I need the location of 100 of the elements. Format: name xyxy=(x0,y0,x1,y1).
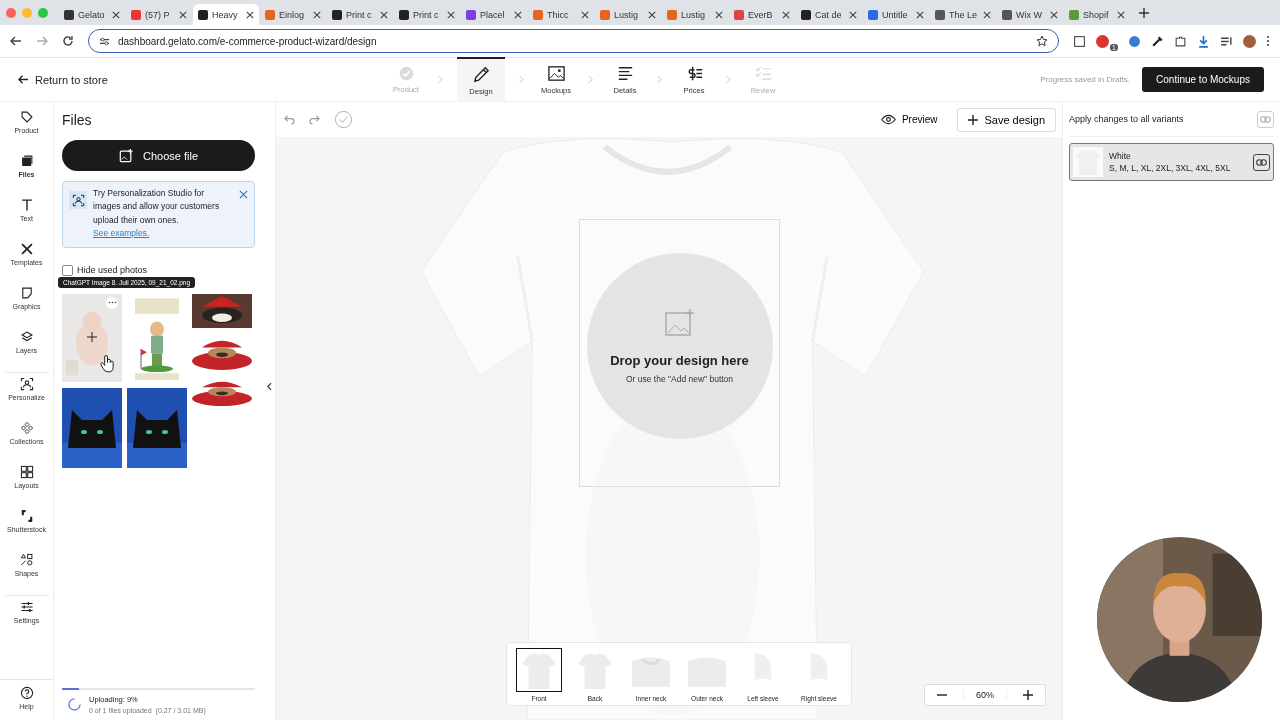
chevron-icon xyxy=(588,75,593,84)
chevron-icon xyxy=(438,75,443,84)
chevron-icon xyxy=(657,75,662,84)
close-icon[interactable] xyxy=(246,10,254,19)
undo-icon[interactable] xyxy=(284,114,295,125)
close-icon[interactable] xyxy=(916,10,924,19)
variant-card[interactable]: White S, M, L, XL, 2XL, 3XL, 4XL, 5XL xyxy=(1069,143,1274,181)
preview-button[interactable]: Preview xyxy=(874,113,944,126)
panel-title: Files xyxy=(62,112,93,128)
chevron-icon xyxy=(726,75,731,84)
browser-tab[interactable]: Thicc xyxy=(528,4,594,25)
puzzle-icon[interactable] xyxy=(1174,34,1187,48)
continue-button[interactable]: Continue to Mockups xyxy=(1142,67,1264,92)
close-icon[interactable] xyxy=(514,10,522,19)
back-arrow-icon xyxy=(18,74,29,85)
browser-tab[interactable]: EverB xyxy=(729,4,795,25)
browser-tab[interactable]: Lustig xyxy=(662,4,728,25)
browser-tab[interactable]: Shopif xyxy=(1064,4,1130,25)
site-icon xyxy=(1002,9,1012,20)
browser-tab[interactable]: Lustig xyxy=(595,4,661,25)
image-icon xyxy=(546,64,566,83)
templates-icon xyxy=(19,242,34,256)
site-icon xyxy=(1069,9,1079,20)
apply-all-label: Apply changes to all variants xyxy=(1069,114,1184,124)
bookmark-star-icon[interactable] xyxy=(1036,35,1049,47)
close-icon[interactable] xyxy=(112,10,120,19)
close-icon[interactable] xyxy=(715,10,723,19)
extension-icon[interactable] xyxy=(1128,34,1141,48)
download-icon[interactable] xyxy=(1197,34,1210,48)
browser-tab[interactable]: Heavy xyxy=(193,4,259,25)
return-link[interactable]: Return to store xyxy=(18,73,388,86)
collections-icon xyxy=(19,421,34,435)
site-icon xyxy=(533,9,543,20)
site-icon xyxy=(734,9,744,20)
pencil-icon xyxy=(471,65,491,84)
site-icon xyxy=(399,9,409,20)
media-icon[interactable] xyxy=(1220,34,1233,48)
plus-icon xyxy=(968,114,979,125)
collapse-icon[interactable] xyxy=(266,381,272,391)
checkbox-label: Hide used photos xyxy=(77,265,148,276)
browser-tab[interactable]: Placel xyxy=(461,4,527,25)
close-icon[interactable] xyxy=(239,190,248,199)
back-icon[interactable] xyxy=(10,35,22,47)
reload-icon[interactable] xyxy=(62,35,74,47)
shutterstock-icon xyxy=(19,509,34,523)
browser-tab[interactable]: Einlog xyxy=(260,4,326,25)
checklist-icon xyxy=(753,64,773,83)
see-examples-link[interactable]: See examples. xyxy=(93,228,150,239)
profile-avatar[interactable] xyxy=(1243,34,1256,48)
close-icon[interactable] xyxy=(782,10,790,19)
tag-icon xyxy=(19,110,34,124)
browser-tab[interactable]: Print c xyxy=(394,4,460,25)
text-icon xyxy=(19,198,34,212)
close-icon[interactable] xyxy=(581,10,589,19)
browser-tab[interactable]: Print c xyxy=(327,4,393,25)
save-design-button[interactable]: Save design xyxy=(957,107,1056,132)
browser-tab[interactable]: Wix W xyxy=(997,4,1063,25)
checkbox[interactable] xyxy=(62,264,73,276)
browser-tab[interactable]: Gelato xyxy=(59,4,125,25)
close-icon[interactable] xyxy=(313,10,321,19)
redo-icon[interactable] xyxy=(309,114,320,125)
site-icon xyxy=(131,9,141,20)
close-icon[interactable] xyxy=(648,10,656,19)
check-circle-icon[interactable] xyxy=(334,110,353,129)
saved-note: Progress saved in Drafts. xyxy=(1040,75,1131,84)
new-tab-icon[interactable] xyxy=(1139,7,1149,18)
extension-icon[interactable] xyxy=(1096,34,1110,48)
graphics-icon xyxy=(19,286,34,300)
browser-tab[interactable]: The Le xyxy=(930,4,996,25)
shapes-icon xyxy=(19,553,34,567)
add-icon[interactable] xyxy=(87,331,97,342)
layouts-icon xyxy=(19,465,34,479)
zoom-in-icon[interactable] xyxy=(1023,690,1033,700)
screen-icon[interactable] xyxy=(1073,34,1087,48)
close-icon[interactable] xyxy=(1050,10,1058,19)
site-icon xyxy=(332,9,342,20)
promo-text: Try Personalization Studio for images and allow your customers upload their own ones. See examples. xyxy=(93,187,221,241)
close-icon[interactable] xyxy=(380,10,388,19)
link-icon[interactable] xyxy=(1253,153,1270,171)
choose-file-button[interactable]: Choose file xyxy=(62,140,255,171)
site-settings-icon[interactable] xyxy=(99,35,110,47)
close-icon[interactable] xyxy=(1117,10,1125,19)
site-icon xyxy=(198,9,208,20)
settings-icon xyxy=(19,600,34,614)
eye-icon xyxy=(880,114,896,125)
url-text: dashboard.gelato.com/e-commerce-product-wizard/design xyxy=(118,35,378,47)
variant-color: White xyxy=(1109,151,1132,161)
close-icon[interactable] xyxy=(849,10,857,19)
site-icon xyxy=(265,9,275,20)
close-icon[interactable] xyxy=(983,10,991,19)
close-icon[interactable] xyxy=(447,10,455,19)
close-icon[interactable] xyxy=(179,10,187,19)
drop-title: Drop your design here xyxy=(610,352,749,368)
browser-tab[interactable]: Cat de xyxy=(796,4,862,25)
personalize-icon xyxy=(69,191,87,209)
browser-tab[interactable]: Untitle xyxy=(863,4,929,25)
layers-icon xyxy=(19,330,34,344)
more-icon[interactable] xyxy=(1266,35,1270,47)
browser-tab[interactable]: (57) P xyxy=(126,4,192,25)
eyedropper-icon[interactable] xyxy=(1151,34,1164,48)
